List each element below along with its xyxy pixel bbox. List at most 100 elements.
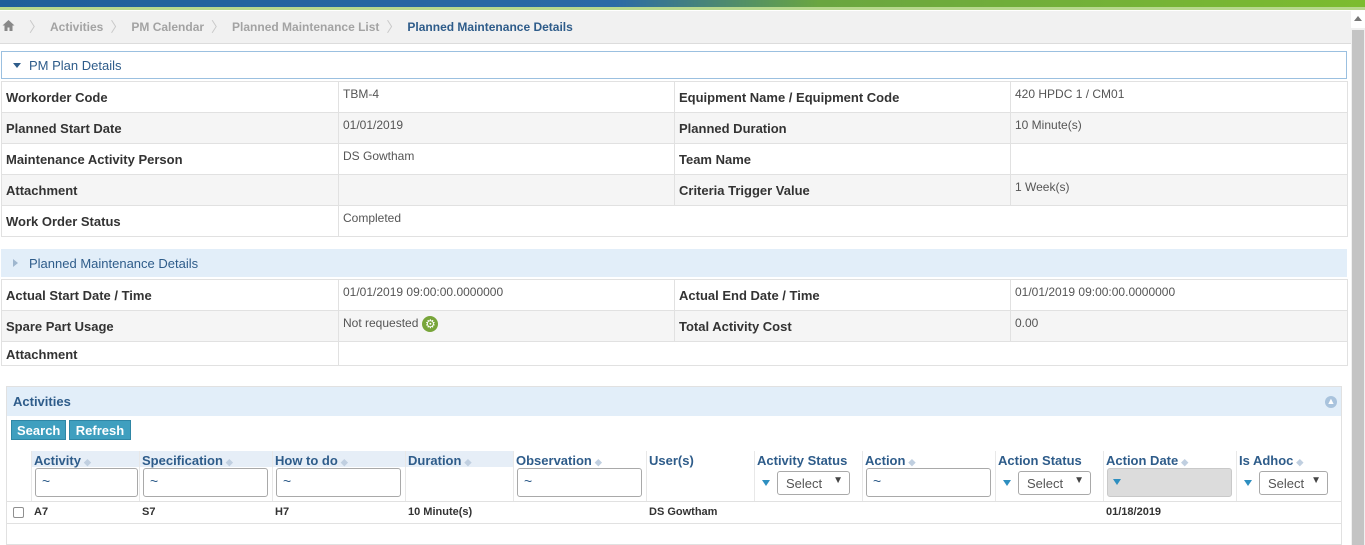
column-action-date[interactable]: Action Date ◆: [1104, 451, 1237, 501]
row-specification: S7: [142, 506, 156, 518]
column-specification[interactable]: Specification ◆ ~: [140, 451, 273, 501]
column-how-to-do[interactable]: How to do ◆ ~: [273, 451, 406, 501]
column-is-adhoc[interactable]: Is Adhoc ◆ Select ▼: [1237, 451, 1341, 501]
filter-funnel-icon: [1113, 479, 1121, 485]
spare-part-usage-value: Not requested: [343, 316, 419, 331]
scrollbar-thumb[interactable]: [1352, 30, 1364, 545]
dropdown-arrow-icon: ▼: [833, 475, 843, 486]
detail-row: Spare Part Usage Not requested ⚙ Total Ac…: [1, 310, 1348, 342]
column-action-status[interactable]: Action Status Select ▼: [996, 451, 1104, 501]
row-users: DS Gowtham: [649, 506, 718, 518]
sort-icon: ◆: [1296, 457, 1304, 467]
column-observation[interactable]: Observation ◆ ~: [514, 451, 647, 501]
planned-maintenance-details-table: Actual Start Date / Time 01/01/2019 09:0…: [1, 279, 1348, 366]
workorder-code-label: Workorder Code: [1, 81, 339, 113]
activity-status-select-value: Select: [786, 476, 823, 491]
attachment-value: [338, 174, 675, 206]
dropdown-arrow-icon: ▼: [1311, 475, 1321, 486]
workorder-code-value: TBM-4: [338, 81, 675, 113]
actual-end-label: Actual End Date / Time: [674, 279, 1011, 311]
checkbox-column: [7, 451, 32, 501]
attachment-label: Attachment: [1, 341, 339, 366]
activity-filter-input[interactable]: ~: [35, 468, 138, 497]
home-icon[interactable]: [2, 19, 15, 32]
activities-grid-header: Activity ◆ ~ Specification ◆ ~ How to do ◆ …: [7, 451, 1341, 502]
detail-row: Attachment: [1, 341, 1348, 366]
detail-row: Work Order Status Completed: [1, 205, 1348, 237]
spare-part-usage-cell: Not requested ⚙: [338, 310, 675, 342]
column-activity[interactable]: Activity ◆ ~: [32, 451, 140, 501]
collapse-icon[interactable]: ▲: [1325, 396, 1337, 408]
criteria-trigger-value: 1 Week(s): [1010, 174, 1348, 206]
breadcrumb-separator: 〉: [29, 19, 43, 35]
work-order-status-value: Completed: [338, 205, 1348, 237]
column-is-adhoc-label: Is Adhoc: [1239, 453, 1294, 468]
filter-funnel-icon[interactable]: [1003, 480, 1011, 486]
action-date-filter-input[interactable]: [1107, 468, 1232, 497]
activities-panel-header: Activities ▲: [7, 387, 1341, 416]
column-how-to-do-label: How to do: [275, 453, 338, 468]
planned-start-date-label: Planned Start Date: [1, 112, 339, 144]
vertical-scrollbar[interactable]: [1351, 16, 1365, 545]
pm-plan-details-header[interactable]: PM Plan Details: [1, 51, 1347, 79]
detail-row: Attachment Criteria Trigger Value 1 Week…: [1, 174, 1348, 206]
breadcrumb-separator: 〉: [386, 19, 401, 35]
action-status-select[interactable]: Select ▼: [1018, 471, 1091, 495]
is-adhoc-select[interactable]: Select ▼: [1259, 471, 1328, 495]
detail-row: Maintenance Activity Person DS Gowtham T…: [1, 143, 1348, 175]
breadcrumb-separator: 〉: [211, 19, 226, 35]
activities-title: Activities: [13, 394, 71, 409]
column-activity-status-label: Activity Status: [757, 453, 848, 468]
planned-start-date-value: 01/01/2019: [338, 112, 675, 144]
maintenance-person-value: DS Gowtham: [338, 143, 675, 175]
actual-end-value: 01/01/2019 09:00:00.0000000: [1010, 279, 1348, 311]
row-activity: A7: [34, 506, 49, 518]
breadcrumb-planned-maintenance-list[interactable]: Planned Maintenance List: [232, 20, 379, 34]
actual-start-label: Actual Start Date / Time: [1, 279, 339, 311]
breadcrumb-pm-calendar[interactable]: PM Calendar: [131, 20, 204, 34]
column-observation-label: Observation: [516, 453, 592, 468]
top-accent-gradient: [0, 0, 1365, 7]
equipment-name-value: 420 HPDC 1 / CM01: [1010, 81, 1348, 113]
planned-maintenance-details-header[interactable]: Planned Maintenance Details: [1, 249, 1347, 277]
planned-duration-value: 10 Minute(s): [1010, 112, 1348, 144]
column-action-date-label: Action Date: [1106, 453, 1179, 468]
row-duration: 10 Minute(s): [408, 506, 473, 518]
sort-icon: ◆: [83, 457, 91, 467]
top-accent-line: [0, 7, 1365, 10]
column-activity-status[interactable]: Activity Status Select ▼: [755, 451, 863, 501]
observation-filter-input[interactable]: ~: [517, 468, 642, 497]
pm-plan-details-table: Workorder Code TBM-4 Equipment Name / Eq…: [1, 81, 1348, 237]
activity-status-select[interactable]: Select ▼: [777, 471, 850, 495]
column-action[interactable]: Action ◆ ~: [863, 451, 996, 501]
detail-row: Workorder Code TBM-4 Equipment Name / Eq…: [1, 81, 1348, 113]
breadcrumb-activities[interactable]: Activities: [50, 20, 103, 34]
search-button[interactable]: Search: [11, 420, 66, 440]
total-activity-cost-label: Total Activity Cost: [674, 310, 1011, 342]
table-row[interactable]: A7 S7 H7 10 Minute(s) DS Gowtham 01/18/2…: [7, 502, 1341, 524]
gear-icon[interactable]: ⚙: [422, 316, 439, 332]
refresh-button[interactable]: Refresh: [69, 420, 131, 440]
sort-icon: ◆: [225, 457, 233, 467]
spare-part-usage-label: Spare Part Usage: [1, 310, 339, 342]
work-order-status-label: Work Order Status: [1, 205, 339, 237]
breadcrumb-current-page: Planned Maintenance Details: [407, 20, 573, 34]
row-checkbox[interactable]: [13, 507, 24, 518]
sort-icon: ◆: [1181, 457, 1189, 467]
action-filter-input[interactable]: ~: [866, 468, 991, 497]
specification-filter-input[interactable]: ~: [143, 468, 268, 497]
activities-panel: Activities ▲ Search Refresh Activity ◆ ~ …: [6, 386, 1342, 545]
column-duration-label: Duration: [408, 453, 462, 468]
attachment-value: [338, 341, 1348, 366]
attachment-label: Attachment: [1, 174, 339, 206]
actual-start-value: 01/01/2019 09:00:00.0000000: [338, 279, 675, 311]
column-action-status-label: Action Status: [998, 453, 1082, 468]
filter-funnel-icon[interactable]: [1244, 480, 1252, 486]
scroll-up-icon[interactable]: [1354, 16, 1362, 21]
filter-funnel-icon[interactable]: [762, 480, 770, 486]
total-activity-cost-value: 0.00: [1010, 310, 1348, 342]
breadcrumb: 〉 Activities 〉 PM Calendar 〉 Planned Mai…: [0, 11, 1351, 44]
column-duration[interactable]: Duration ◆: [406, 451, 514, 501]
how-to-do-filter-input[interactable]: ~: [276, 468, 401, 497]
planned-duration-label: Planned Duration: [674, 112, 1011, 144]
